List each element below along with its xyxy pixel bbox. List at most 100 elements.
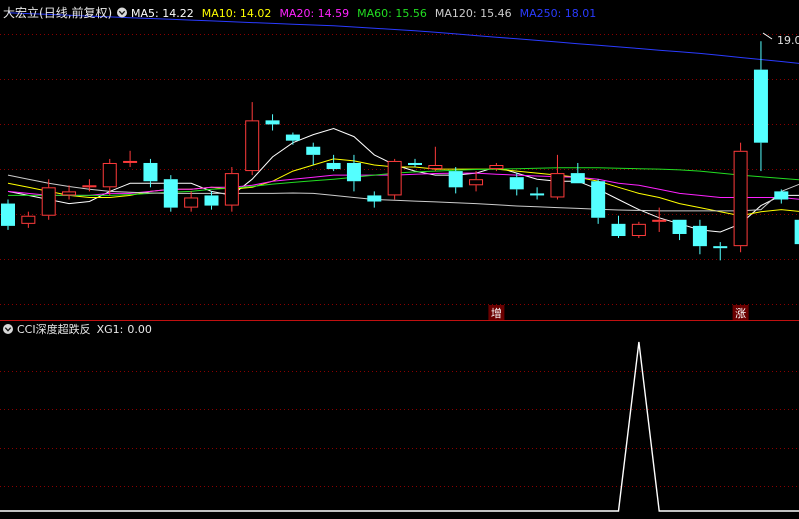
candle bbox=[1, 199, 15, 230]
candle-body-down bbox=[509, 177, 524, 190]
ma-legend-item: MA120: 15.46 bbox=[435, 7, 512, 20]
stock-chart-app: 增涨 19.0 大宏立(日线,前复权) MA5: 14.22 MA10: 14.0… bbox=[0, 0, 799, 515]
main-legend: 大宏立(日线,前复权) MA5: 14.22 MA10: 14.02 MA20: 1… bbox=[3, 5, 596, 20]
candle-body-down bbox=[794, 219, 799, 245]
candle bbox=[611, 215, 626, 239]
ma-legend-item: MA5: 14.22 bbox=[131, 7, 194, 20]
ma-line-ma250 bbox=[7, 12, 799, 64]
candle-body-down bbox=[530, 193, 545, 196]
candle bbox=[713, 242, 728, 261]
candle-body-up bbox=[469, 179, 484, 186]
candle-body-down bbox=[285, 134, 300, 141]
candle-body-down bbox=[143, 162, 158, 182]
candle bbox=[41, 179, 56, 220]
candlestick-series bbox=[1, 41, 799, 261]
candle-body-down bbox=[346, 162, 361, 182]
candle-body-down bbox=[163, 179, 178, 208]
candle bbox=[428, 146, 443, 172]
candle bbox=[204, 191, 219, 210]
candle-body-down bbox=[204, 195, 219, 206]
candle bbox=[570, 162, 585, 184]
candle-body-up bbox=[123, 160, 138, 163]
moving-average-lines bbox=[7, 12, 799, 233]
ma-line-ma5 bbox=[7, 127, 799, 233]
candle bbox=[794, 219, 799, 245]
xg1-line bbox=[0, 341, 799, 512]
candle-body-down bbox=[448, 171, 463, 188]
indicator-name: CCI深度超跌反 bbox=[17, 322, 91, 336]
candle bbox=[733, 142, 748, 253]
candle-body-up bbox=[631, 223, 646, 237]
indicator-legend: CCI深度超跌反 XG1: 0.00 bbox=[3, 322, 152, 336]
candle-body-down bbox=[611, 223, 626, 237]
candle bbox=[591, 179, 606, 224]
candle-body-up bbox=[733, 150, 748, 247]
candle-body-up bbox=[550, 173, 565, 198]
stock-name: 大宏立 bbox=[3, 5, 39, 20]
candle bbox=[753, 41, 768, 172]
candle-body-down bbox=[1, 203, 15, 226]
candle bbox=[224, 167, 239, 212]
candle-body-up bbox=[428, 165, 443, 170]
candle-body-up bbox=[184, 197, 199, 208]
svg-text:大宏立(日线,前复权): 大宏立(日线,前复权) bbox=[3, 5, 112, 20]
xg1-value: 0.00 bbox=[127, 323, 152, 336]
candle-body-up bbox=[41, 187, 56, 216]
svg-text:CCI深度超跌反XG1:0.00: CCI深度超跌反 XG1: 0.00 bbox=[17, 322, 152, 336]
candle-body-down bbox=[570, 173, 585, 184]
candle bbox=[631, 221, 646, 239]
candle-body-down bbox=[326, 162, 341, 170]
candle bbox=[163, 175, 178, 212]
candle-body-down bbox=[408, 162, 422, 165]
candle bbox=[408, 158, 422, 168]
chart-mode: (日线,前复权) bbox=[39, 5, 112, 20]
ma-values-legend: MA5: 14.22 MA10: 14.02 MA20: 14.59 MA60: 15… bbox=[131, 7, 596, 20]
candle bbox=[692, 219, 707, 255]
candle bbox=[672, 219, 687, 241]
candle-body-up bbox=[652, 219, 667, 222]
candle bbox=[123, 150, 138, 168]
ma-line-ma60 bbox=[8, 167, 799, 196]
candle-body-up bbox=[82, 185, 97, 188]
candle-body-down bbox=[692, 225, 707, 247]
candle-body-down bbox=[672, 219, 687, 234]
signal-marker: 涨 bbox=[732, 305, 749, 320]
signal-marker-label: 增 bbox=[491, 306, 502, 320]
xg1-indicator-line bbox=[0, 341, 799, 512]
candle bbox=[326, 154, 341, 172]
candle-body-down bbox=[367, 195, 382, 202]
indicator-collapse-icon[interactable] bbox=[3, 324, 13, 334]
signal-markers: 增涨 bbox=[488, 305, 749, 320]
candle-body-up bbox=[489, 165, 504, 170]
candle-body-up bbox=[21, 215, 36, 224]
candle-body-up bbox=[224, 173, 239, 206]
ma-legend-item: MA20: 14.59 bbox=[279, 7, 349, 20]
main-legend-collapse-icon[interactable] bbox=[117, 7, 127, 18]
ma-legend-item: MA60: 15.56 bbox=[357, 7, 427, 20]
candle bbox=[774, 189, 789, 204]
candle bbox=[550, 154, 565, 200]
candle-body-up bbox=[102, 162, 117, 188]
candle bbox=[184, 191, 199, 212]
candle bbox=[509, 173, 524, 196]
candle-body-down bbox=[306, 146, 321, 155]
high-label: 19.0 bbox=[777, 34, 799, 47]
signal-marker-label: 涨 bbox=[735, 307, 746, 320]
chart-canvas: 增涨 19.0 大宏立(日线,前复权) MA5: 14.22 MA10: 14.0… bbox=[0, 5, 799, 512]
candle-body-down bbox=[713, 246, 728, 249]
candle bbox=[245, 102, 260, 176]
ma-line-ma10 bbox=[7, 158, 799, 217]
candle bbox=[530, 187, 545, 200]
signal-marker: 增 bbox=[488, 305, 505, 320]
candle-body-down bbox=[774, 191, 789, 200]
candle-body-down bbox=[591, 181, 606, 218]
high-label-leader bbox=[762, 32, 773, 40]
candle bbox=[387, 158, 402, 200]
candle-body-up bbox=[387, 160, 402, 196]
candle bbox=[367, 191, 382, 208]
candle-body-up bbox=[62, 191, 77, 196]
candle-body-down bbox=[265, 120, 280, 125]
high-price-annotation: 19.0 bbox=[762, 32, 799, 47]
ma-legend-item: MA10: 14.02 bbox=[202, 7, 272, 20]
candle bbox=[306, 142, 321, 165]
